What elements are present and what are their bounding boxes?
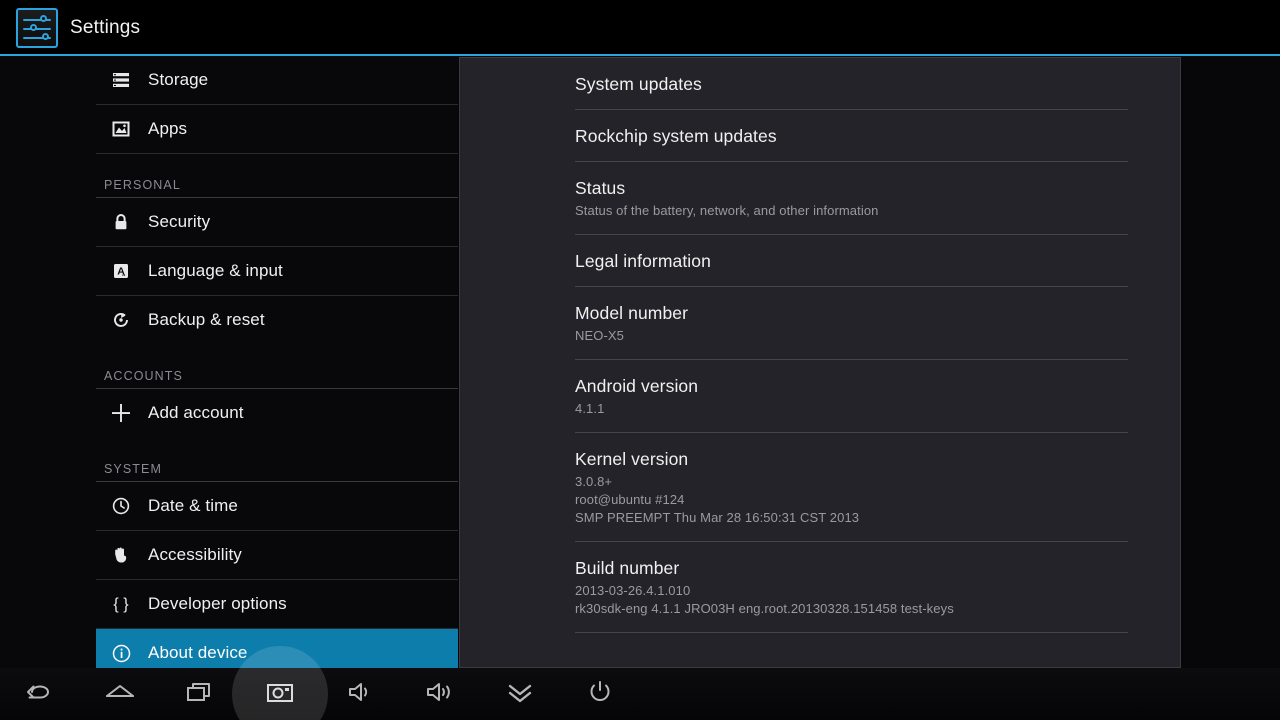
sidebar-item-label: Apps [148,119,188,138]
pref-title: Status [575,178,626,198]
sidebar-item-add-account[interactable]: Add account [96,389,458,438]
hide-bar-icon [504,679,536,710]
sidebar-item-label: Security [148,212,211,231]
screen: Settings Storage Apps PERSONAL Security … [0,0,1280,720]
backup-restore-icon [104,303,138,337]
pref-summary-line: 2013-03-26.4.1.010 [575,583,691,598]
home-button[interactable] [80,668,160,720]
sidebar-section-label: ACCOUNTS [104,369,183,383]
pref-summary-line: rk30sdk-eng 4.1.1 JRO03H eng.root.201303… [575,601,954,616]
app-title: Settings [70,17,141,38]
settings-sidebar: Storage Apps PERSONAL Security A Languag… [0,56,458,668]
sidebar-section-system: SYSTEM [96,438,458,482]
sidebar-item-label: Backup & reset [148,310,265,329]
apps-icon [104,112,138,146]
sidebar-item-language-input[interactable]: A Language & input [96,247,458,296]
pref-kernel-version[interactable]: Kernel version 3.0.8+ root@ubuntu #124 S… [575,433,1128,542]
sidebar-item-storage[interactable]: Storage [96,56,458,105]
sidebar-section-accounts: ACCOUNTS [96,345,458,389]
sidebar-item-security[interactable]: Security [96,198,458,247]
lock-icon [104,205,138,239]
sidebar-item-date-time[interactable]: Date & time [96,482,458,531]
sidebar-item-label: Developer options [148,594,287,613]
title-bar: Settings [0,0,1280,55]
sidebar-item-backup-reset[interactable]: Backup & reset [96,296,458,345]
sidebar-section-personal: PERSONAL [96,154,458,198]
hide-navigation-bar-button[interactable] [480,668,560,720]
recents-icon [184,679,216,710]
pref-summary: NEO-X5 [575,327,1128,345]
volume-up-icon [423,679,457,710]
pref-title: System updates [575,74,702,94]
pref-status[interactable]: Status Status of the battery, network, a… [575,162,1128,235]
about-device-panel: System updates Rockchip system updates S… [459,57,1181,668]
svg-text:{ }: { } [113,596,129,613]
system-navigation-bar: Saving screenshot… Screenshot is being s… [0,668,1280,720]
svg-text:A: A [117,266,125,278]
content-area: Storage Apps PERSONAL Security A Languag… [0,56,1280,668]
pref-title: Build number [575,558,680,578]
sidebar-item-label: Accessibility [148,545,242,564]
volume-down-button[interactable] [320,668,400,720]
pref-summary: 2013-03-26.4.1.010 rk30sdk-eng 4.1.1 JRO… [575,582,1128,618]
power-icon [585,678,615,711]
pref-build-number[interactable]: Build number 2013-03-26.4.1.010 rk30sdk-… [575,542,1128,633]
storage-icon [104,63,138,97]
plus-icon [104,396,138,430]
hand-icon [104,538,138,572]
home-icon [103,679,137,710]
sidebar-item-label: Date & time [148,496,238,515]
sidebar-item-label: Storage [148,70,209,89]
pref-system-updates[interactable]: System updates [575,58,1128,110]
pref-title: Model number [575,303,689,323]
sidebar-section-label: SYSTEM [104,462,162,476]
sidebar-item-accessibility[interactable]: Accessibility [96,531,458,580]
sidebar-section-label: PERSONAL [104,178,181,192]
pref-title: Android version [575,376,699,396]
preference-list: System updates Rockchip system updates S… [460,58,1180,667]
pref-summary: 4.1.1 [575,400,1128,418]
pref-rockchip-system-updates[interactable]: Rockchip system updates [575,110,1128,162]
pref-title: Rockchip system updates [575,126,777,146]
volume-down-icon [344,679,376,710]
clock-icon [104,489,138,523]
pref-summary-line: NEO-X5 [575,328,625,343]
pref-summary-line: SMP PREEMPT Thu Mar 28 16:50:31 CST 2013 [575,510,860,525]
language-icon: A [104,254,138,288]
pref-android-version[interactable]: Android version 4.1.1 [575,360,1128,433]
sidebar-item-apps[interactable]: Apps [96,105,458,154]
screenshot-button[interactable] [240,668,320,720]
pref-title: Legal information [575,251,711,271]
pref-title: Kernel version [575,449,689,469]
pref-model-number[interactable]: Model number NEO-X5 [575,287,1128,360]
braces-icon: { } [104,587,138,621]
pref-summary-line: 3.0.8+ [575,474,613,489]
back-button[interactable] [0,668,80,720]
nav-button-group [0,668,640,720]
settings-sliders-icon [16,8,58,48]
pref-summary-line: Status of the battery, network, and othe… [575,203,879,218]
screenshot-icon [264,679,296,710]
pref-summary-line: root@ubuntu #124 [575,492,685,507]
back-icon [24,679,56,710]
power-button[interactable] [560,668,640,720]
sidebar-item-label: About device [148,643,248,662]
sidebar-item-label: Language & input [148,261,283,280]
pref-summary: Status of the battery, network, and othe… [575,202,1128,220]
info-icon [104,636,138,668]
pref-summary-line: 4.1.1 [575,401,605,416]
recent-apps-button[interactable] [160,668,240,720]
pref-summary: 3.0.8+ root@ubuntu #124 SMP PREEMPT Thu … [575,473,1128,527]
sidebar-item-label: Add account [148,403,244,422]
volume-up-button[interactable] [400,668,480,720]
pref-legal-information[interactable]: Legal information [575,235,1128,287]
sidebar-item-developer-options[interactable]: { } Developer options [96,580,458,629]
